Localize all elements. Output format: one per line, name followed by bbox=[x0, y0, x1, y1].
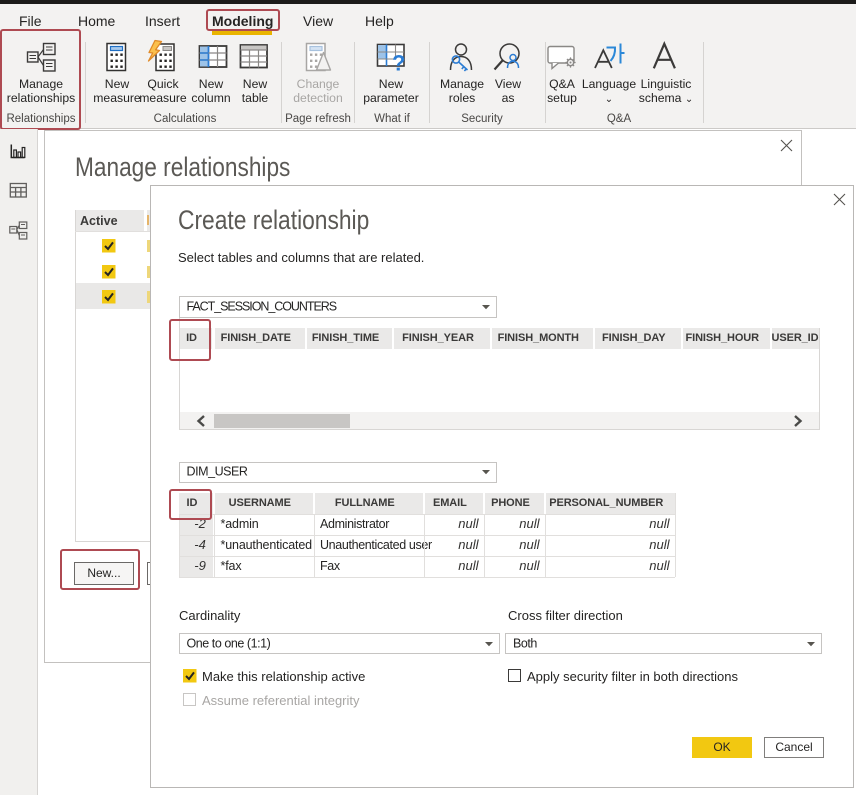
svg-text:?: ? bbox=[392, 51, 405, 76]
